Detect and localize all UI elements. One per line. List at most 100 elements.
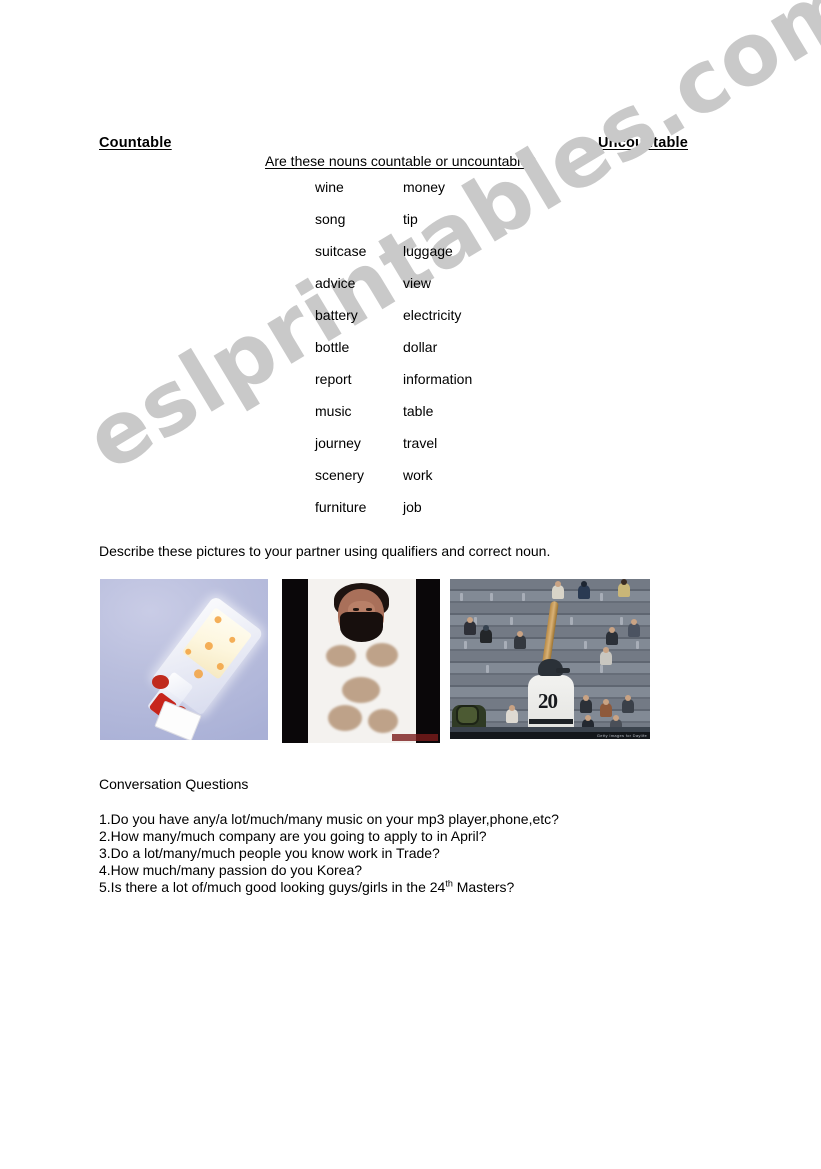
word-column-b: work (403, 467, 433, 483)
word-column-a: furniture (315, 499, 367, 515)
prompt-question: Are these nouns countable or uncountable… (265, 153, 536, 169)
fur-patch (342, 677, 380, 703)
word-row: suitcase luggage (315, 243, 472, 275)
word-column-b: money (403, 179, 446, 195)
spectator-head (621, 579, 627, 585)
stadium-seat (486, 665, 489, 673)
word-row: music table (315, 403, 472, 435)
fur-patch (326, 645, 356, 667)
stadium-seat (460, 593, 463, 601)
conversation-questions-list: 1.Do you have any/a lot/much/many music … (99, 811, 559, 896)
photo-credit-bar (392, 734, 438, 741)
word-column-a: wine (315, 179, 344, 195)
stadium-seat (636, 641, 639, 649)
spectator (506, 709, 518, 723)
spectator-head (483, 625, 489, 631)
word-row: scenery work (315, 467, 472, 499)
word-row: advice view (315, 275, 472, 307)
spectator (480, 629, 492, 643)
spectator (578, 585, 590, 599)
picture-strip: 20 Getty Images for Daylife (100, 579, 650, 743)
worksheet-page: eslprintables.com Countable Uncountable … (0, 0, 821, 1169)
fur-patch (366, 643, 398, 667)
word-row: wine money (315, 179, 472, 211)
word-column-b: tip (403, 211, 418, 227)
batter-belt (529, 719, 573, 724)
describe-instruction: Describe these pictures to your partner … (99, 543, 551, 559)
fur-patch (368, 709, 398, 733)
spectator-head (467, 617, 473, 623)
spectator-head (581, 581, 587, 587)
stadium-seat (490, 593, 493, 601)
conversation-question: 4.How much/many passion do you Korea? (99, 862, 363, 878)
spectator (552, 585, 564, 599)
spectator-head (609, 627, 615, 633)
word-column-a: scenery (315, 467, 365, 483)
spectator-head (517, 631, 523, 637)
batter-jersey-number: 20 (538, 689, 558, 713)
word-column-b: view (403, 275, 432, 291)
conversation-question: 5.Is there a lot of/much good looking gu… (99, 879, 559, 896)
noun-word-list: wine money song tip suitcase luggage adv… (315, 179, 472, 531)
spectator (606, 631, 618, 645)
stadium-seat (510, 617, 513, 625)
stadium-seat (600, 593, 603, 601)
conversation-question: 1.Do you have any/a lot/much/many music … (99, 811, 559, 827)
heading-countable: Countable (99, 135, 172, 151)
word-column-b: job (403, 499, 422, 515)
stadium-seat (570, 617, 573, 625)
word-row: report information (315, 371, 472, 403)
word-column-a: advice (315, 275, 356, 291)
stadium-seat (504, 641, 507, 649)
hairy-torso (318, 633, 406, 743)
spectator (622, 699, 634, 713)
fur-patch (328, 705, 362, 731)
bottle-sauce-blob (152, 675, 169, 689)
word-column-a: journey (315, 435, 361, 451)
bottle-photo (100, 579, 268, 740)
photo-credit-text: Getty Images for Daylife (596, 733, 647, 738)
stadium-seat (522, 593, 525, 601)
catcher-mask (456, 705, 479, 725)
word-column-b: electricity (403, 307, 462, 323)
word-row: battery electricity (315, 307, 472, 339)
word-row: furniture job (315, 499, 472, 531)
question5-tail: Masters? (452, 879, 515, 895)
stadium-seat (620, 617, 623, 625)
heading-uncountable: Uncountable (598, 135, 689, 151)
word-column-b: dollar (403, 339, 438, 355)
bottle-speck (192, 667, 205, 681)
hairy-man-photo (282, 579, 440, 743)
conversation-question: 2.How many/much company are you going to… (99, 828, 487, 844)
spectator-head (603, 699, 609, 705)
spectator (464, 621, 476, 635)
spectator-head (625, 695, 631, 701)
batter-helmet-brim (556, 668, 570, 673)
word-column-a: battery (315, 307, 358, 323)
word-column-b: travel (403, 435, 438, 451)
word-row: journey travel (315, 435, 472, 467)
spectator (600, 651, 612, 665)
spectator-head (613, 715, 619, 721)
word-column-a: song (315, 211, 346, 227)
spectator-head (603, 647, 609, 653)
word-row: bottle dollar (315, 339, 472, 371)
spectator (628, 623, 640, 637)
word-column-b: table (403, 403, 434, 419)
spectator-head (585, 715, 591, 721)
word-column-a: suitcase (315, 243, 367, 259)
stadium-seat (600, 665, 603, 673)
word-column-a: music (315, 403, 352, 419)
man-eye (366, 608, 372, 611)
stadium-seat (464, 641, 467, 649)
photo-footer-bar: Getty Images for Daylife (450, 732, 650, 739)
question5-ordinal-suffix: th (445, 878, 453, 889)
conversation-question: 3.Do a lot/many/much people you know wor… (99, 845, 440, 861)
question5-main: 5.Is there a lot of/much good looking gu… (99, 879, 446, 895)
word-column-a: report (315, 371, 352, 387)
spectator (600, 703, 612, 717)
conversation-questions-title: Conversation Questions (99, 776, 249, 792)
spectator-head (631, 619, 637, 625)
word-column-a: bottle (315, 339, 350, 355)
stadium-seat (584, 641, 587, 649)
